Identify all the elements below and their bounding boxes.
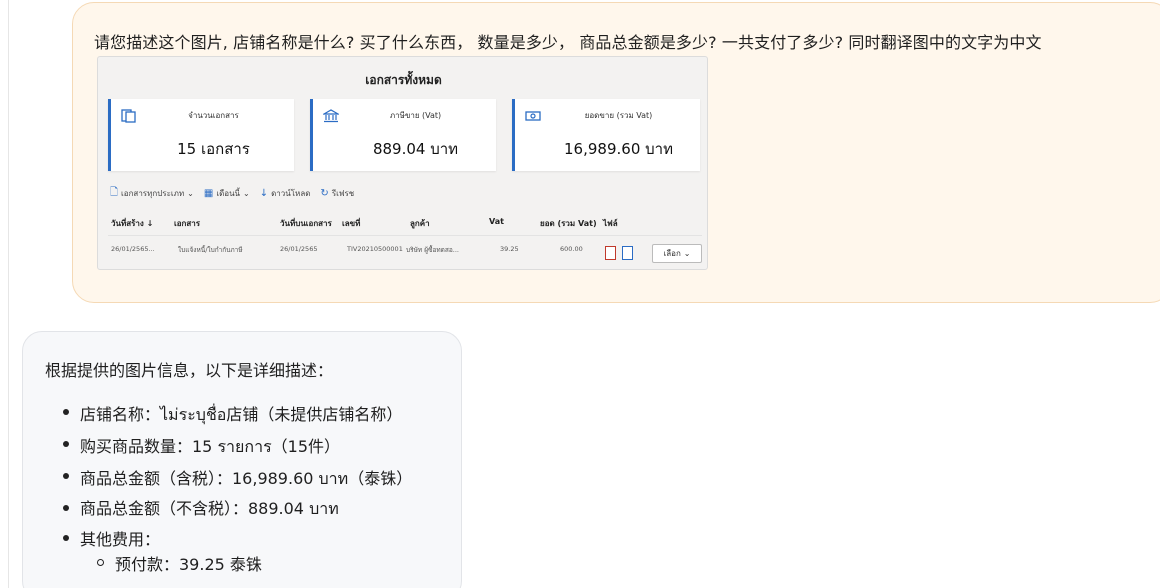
bullet-item: 其他费用：: [80, 530, 161, 549]
period-label: เดือนนี้: [216, 188, 240, 198]
bullet-item: 店铺名称：ไม่ระบุชื่อ店铺（未提供店铺名称）: [80, 405, 403, 424]
calendar-icon: ▦: [203, 187, 214, 199]
select-label: เลือก: [663, 249, 681, 258]
screenshot-title: เอกสารทั้งหมด: [365, 73, 442, 87]
card-value: 889.04 บาท: [372, 140, 459, 158]
column-header: เอกสาร: [174, 219, 201, 228]
select-dropdown[interactable]: เลือก ⌄: [652, 244, 702, 263]
screenshot-toolbar: 🗋 เอกสารทุกประเภท ⌄ ▦ เดือนนี้ ⌄ ↓ ดาวน์โหลด …: [110, 185, 354, 201]
column-header: วันที่บนเอกสาร: [280, 219, 332, 228]
doc-type-filter[interactable]: 🗋 เอกสารทุกประเภท ⌄: [110, 185, 194, 202]
cell-created: 26/01/2565...: [111, 245, 155, 253]
bullet-dot: [63, 441, 69, 447]
column-header: Vat: [489, 217, 504, 226]
bullet-dot: [63, 409, 69, 415]
card-vat: ภาษีขาย (Vat) 889.04 บาท: [310, 99, 496, 171]
cell-vat: 39.25: [500, 245, 519, 253]
chevron-down-icon: ⌄: [243, 188, 250, 198]
column-header: เลขที่: [342, 219, 361, 228]
refresh-label: รีเฟรช: [331, 188, 355, 198]
bullet-item: 购买商品数量：15 รายการ（15件）: [80, 437, 341, 456]
download-icon: ↓: [259, 187, 269, 199]
bullet-dot: [63, 505, 69, 511]
bullet-dot: [63, 473, 69, 479]
card-label: ภาษีขาย (Vat): [389, 111, 442, 120]
divider: [108, 235, 702, 236]
card-document-count: จำนวนเอกสาร 15 เอกสาร: [108, 99, 294, 171]
bullet-dot: [63, 535, 69, 541]
download-button[interactable]: ↓ ดาวน์โหลด: [260, 187, 311, 200]
sub-bullet-item: 预付款：39.25 泰铢: [115, 555, 262, 574]
column-header: ลูกค้า: [410, 219, 430, 228]
document-icon: 🗋: [110, 186, 119, 198]
card-value: 15 เอกสาร: [177, 140, 250, 158]
chevron-down-icon: ⌄: [187, 188, 194, 198]
table-row[interactable]: 26/01/2565... ใบแจ้งหนี้/ใบกำกับภาษี 26/…: [98, 241, 707, 261]
cell-number: TIV20210500001: [347, 245, 403, 253]
cell-document: ใบแจ้งหนี้/ใบกำกับภาษี: [178, 246, 243, 254]
column-header[interactable]: วันที่สร้าง ↓: [111, 217, 153, 230]
chevron-down-icon: ⌄: [683, 249, 691, 258]
column-header: ยอด (รวม Vat): [540, 219, 597, 228]
pdf-file-icon[interactable]: [605, 246, 616, 260]
card-label: จำนวนเอกสาร: [188, 111, 239, 120]
user-question-text: 请您描述这个图片, 店铺名称是什么? 买了什么东西， 数量是多少， 商品总金额是…: [94, 33, 1042, 52]
card-sales: ยอดขาย (รวม Vat) 16,989.60 บาท: [512, 99, 700, 171]
bullet-item: 商品总金额（不含税）：889.04 บาท: [80, 499, 339, 518]
period-filter[interactable]: ▦ เดือนนี้ ⌄: [204, 187, 250, 200]
cell-total: 600.00: [560, 245, 583, 253]
assistant-intro: 根据提供的图片信息，以下是详细描述：: [45, 361, 334, 380]
card-label: ยอดขาย (รวม Vat): [584, 111, 653, 120]
refresh-icon: ↻: [320, 187, 329, 199]
xml-file-icon[interactable]: [622, 246, 633, 260]
sub-bullet-ring: [97, 559, 104, 566]
download-label: ดาวน์โหลด: [271, 188, 311, 198]
table-header: วันที่สร้าง ↓ เอกสาร วันที่บนเอกสาร เลขท…: [98, 217, 707, 233]
doc-type-label: เอกสารทุกประเภท: [121, 188, 185, 198]
documents-icon: [121, 109, 136, 123]
bullet-item: 商品总金额（含税）：16,989.60 บาท（泰铢）: [80, 469, 413, 488]
money-icon: [525, 111, 541, 121]
column-header: ไฟล์: [603, 219, 618, 228]
chat-left-border: [8, 0, 9, 588]
card-value: 16,989.60 บาท: [564, 140, 673, 158]
cell-doc-date: 26/01/2565: [280, 245, 318, 253]
cell-customer: บริษัท ผู้ซื้อทดสอ...: [406, 246, 459, 254]
attached-screenshot[interactable]: เอกสารทั้งหมด จำนวนเอกสาร 15 เอกสาร ภาษี…: [97, 56, 708, 270]
refresh-button[interactable]: ↻ รีเฟรช: [320, 187, 354, 200]
bank-icon: [323, 109, 339, 123]
